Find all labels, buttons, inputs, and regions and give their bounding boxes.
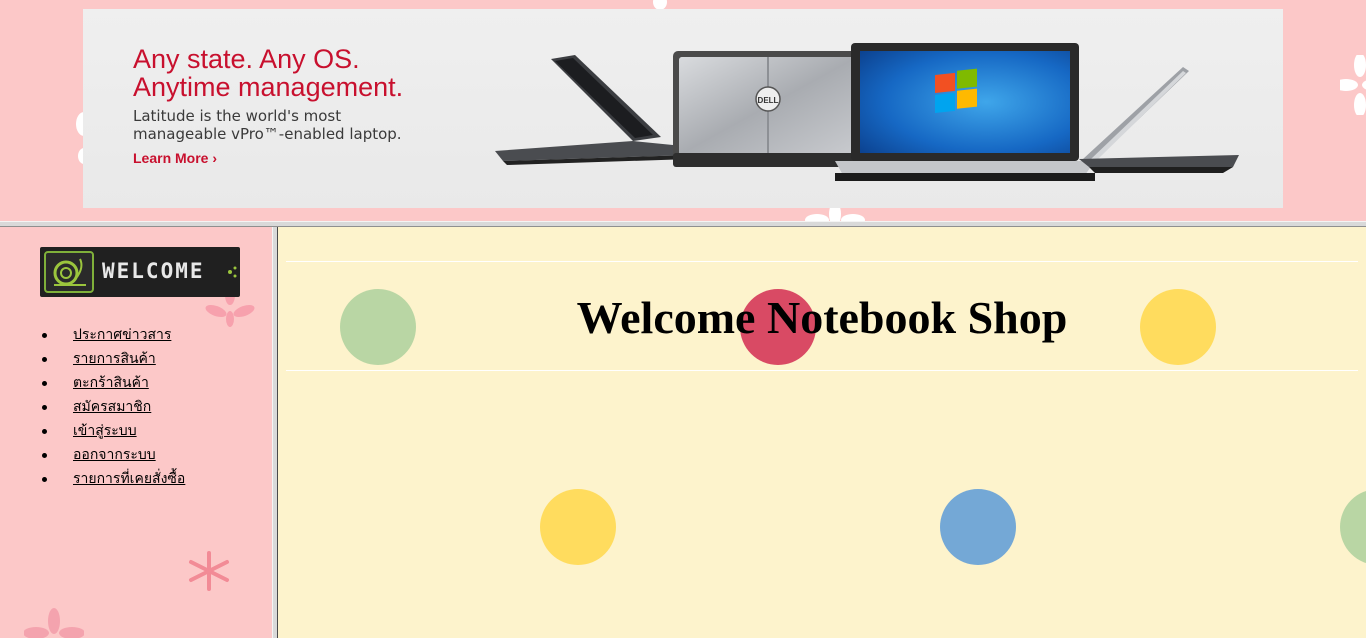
banner-subline-line1: Latitude is the world's most xyxy=(133,107,342,125)
snail-icon xyxy=(44,251,94,293)
bullet-icon xyxy=(42,477,47,482)
menu-link-products[interactable]: รายการสินค้า xyxy=(73,351,156,367)
bullet-icon xyxy=(42,381,47,386)
advertisement-banner[interactable]: Any state. Any OS. Anytime management. L… xyxy=(83,9,1283,208)
polka-dot xyxy=(540,489,616,565)
menu-item-register: สมัครสมาชิก xyxy=(42,395,185,419)
welcome-logo: WELCOME xyxy=(40,247,240,297)
polka-dot xyxy=(940,489,1016,565)
laptop-far-right-icon xyxy=(1079,67,1239,173)
bullet-icon xyxy=(42,357,47,362)
divider-top xyxy=(286,261,1358,262)
bullet-icon xyxy=(42,429,47,434)
menu-item-news: ประกาศข่าวสาร xyxy=(42,323,185,347)
menu-item-order-history: รายการที่เคยสั่งซื้อ xyxy=(42,467,185,491)
sidebar-frame: WELCOME ประกาศข่าวสาร รายการสินค้า ตะกร้… xyxy=(0,227,272,638)
top-frame: Any state. Any OS. Anytime management. L… xyxy=(0,0,1366,221)
laptop-left-icon xyxy=(495,55,693,165)
divider-bottom xyxy=(286,370,1358,371)
menu-item-login: เข้าสู่ระบบ xyxy=(42,419,185,443)
flower-decoration xyxy=(189,551,229,591)
sidebar-menu: ประกาศข่าวสาร รายการสินค้า ตะกร้าสินค้า … xyxy=(42,323,185,491)
menu-link-cart[interactable]: ตะกร้าสินค้า xyxy=(73,375,149,391)
laptop-right-icon xyxy=(835,43,1095,181)
flower-decoration xyxy=(24,608,84,638)
learn-more-link[interactable]: Learn More › xyxy=(133,150,217,166)
polka-dot xyxy=(1340,489,1366,565)
bullet-icon xyxy=(42,333,47,338)
banner-headline-line2: Anytime management. xyxy=(133,72,404,102)
banner-subline-line2: manageable vPro™-enabled laptop. xyxy=(133,125,402,143)
menu-link-register[interactable]: สมัครสมาชิก xyxy=(73,399,151,415)
page-title: Welcome Notebook Shop xyxy=(576,292,1068,343)
bullet-icon xyxy=(42,405,47,410)
banner-headline: Any state. Any OS. Anytime management. xyxy=(133,45,403,101)
banner-subline: Latitude is the world's most manageable … xyxy=(133,107,402,143)
menu-item-cart: ตะกร้าสินค้า xyxy=(42,371,185,395)
dots-icon xyxy=(228,266,237,278)
flower-decoration xyxy=(1340,55,1366,115)
menu-link-order-history[interactable]: รายการที่เคยสั่งซื้อ xyxy=(73,471,185,487)
laptop-middle-icon: DELL xyxy=(673,51,863,167)
laptops-image: DELL xyxy=(495,43,1239,181)
menu-item-products: รายการสินค้า xyxy=(42,347,185,371)
menu-link-news[interactable]: ประกาศข่าวสาร xyxy=(73,327,171,343)
logo-text: WELCOME xyxy=(102,259,205,283)
menu-link-logout[interactable]: ออกจากระบบ xyxy=(73,447,156,463)
main-frame: Welcome Notebook Shop xyxy=(278,227,1366,638)
menu-item-logout: ออกจากระบบ xyxy=(42,443,185,467)
svg-text:DELL: DELL xyxy=(758,96,779,105)
bullet-icon xyxy=(42,453,47,458)
banner-headline-line1: Any state. Any OS. xyxy=(133,44,360,74)
menu-link-login[interactable]: เข้าสู่ระบบ xyxy=(73,423,137,439)
